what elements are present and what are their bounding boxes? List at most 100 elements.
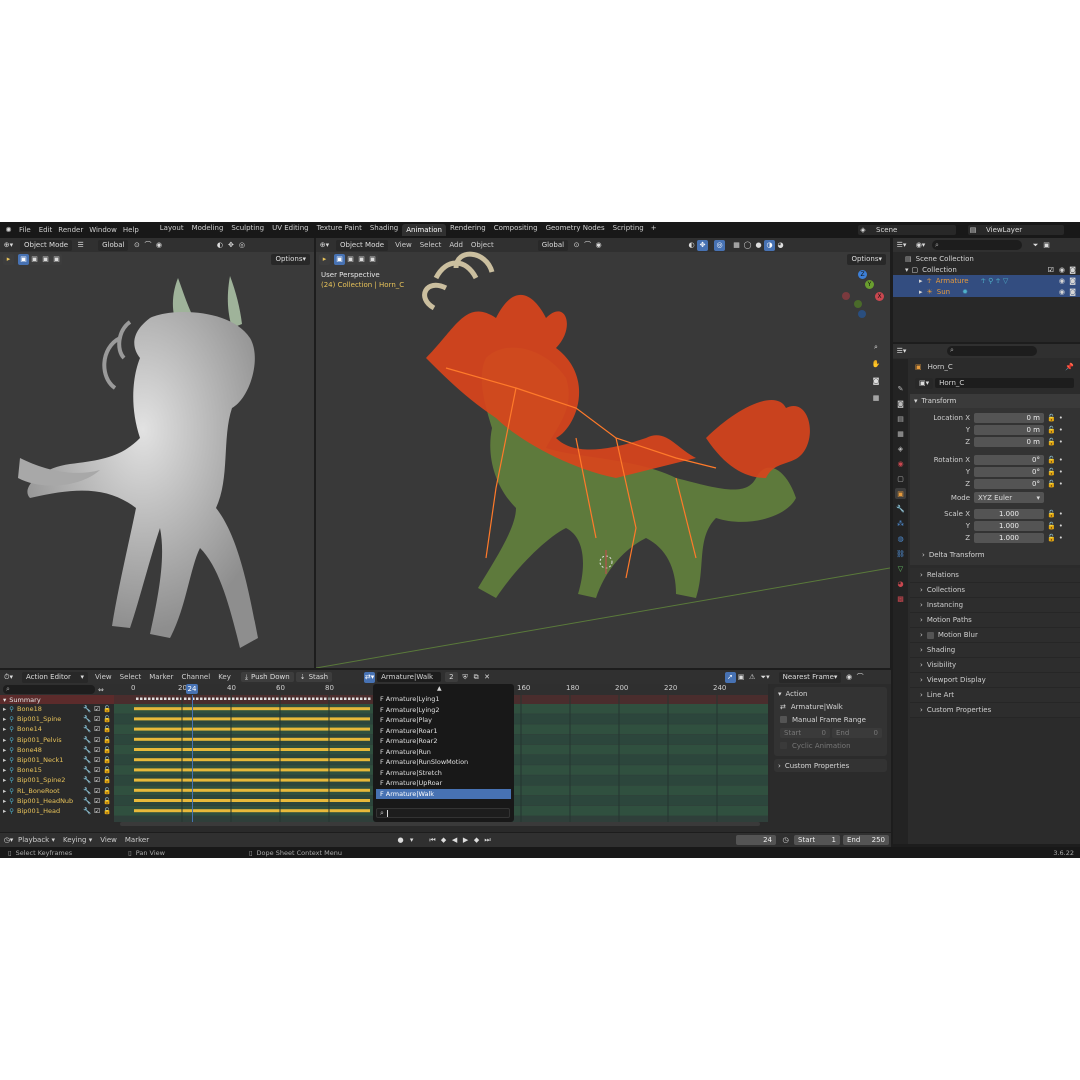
tab-layout[interactable]: Layout bbox=[156, 224, 188, 236]
editor-mode-dropdown[interactable]: Action Editor ▾ bbox=[22, 671, 88, 683]
lock-icon[interactable]: 🔓 bbox=[103, 756, 111, 764]
keyframe-hold-bar[interactable] bbox=[134, 809, 370, 813]
push-down-button[interactable]: ⤓ Push Down bbox=[240, 672, 294, 682]
gizmo-y-axis[interactable]: Y bbox=[865, 280, 874, 289]
keyframe-hold-bar[interactable] bbox=[134, 758, 370, 762]
keyframe-dot-icon[interactable]: • bbox=[1059, 468, 1063, 476]
constraints-tab-icon[interactable]: ⛓ bbox=[895, 548, 906, 559]
start-frame-field[interactable]: Start 1 bbox=[794, 835, 840, 845]
outliner-search-input[interactable]: ⌕ bbox=[932, 240, 1022, 250]
gizmo-z-axis[interactable]: Z bbox=[858, 270, 867, 279]
summary-keyframe[interactable] bbox=[184, 697, 187, 701]
datablock-type[interactable]: ▣▾ bbox=[915, 377, 934, 389]
summary-keyframe[interactable] bbox=[352, 697, 355, 701]
channel-row[interactable]: ▸ ⚲ RL_BoneRoot 🔧 ☑ 🔓 bbox=[0, 786, 114, 796]
checkbox-icon[interactable]: ☑ bbox=[94, 746, 100, 754]
pin-icon[interactable]: 📌 bbox=[1065, 363, 1074, 371]
custom-properties-panel[interactable]: › Custom Properties bbox=[774, 759, 887, 772]
view-layer-selector[interactable]: ▤ ViewLayer bbox=[968, 225, 1064, 235]
location-y-field[interactable]: 0 m bbox=[974, 424, 1044, 435]
lock-icon[interactable]: 🔓 bbox=[1047, 534, 1056, 542]
panel-visibility[interactable]: › Visibility bbox=[910, 658, 1080, 673]
duplicate-icon[interactable]: ⧉ bbox=[471, 672, 482, 683]
record-icon[interactable]: ● bbox=[395, 835, 406, 846]
tab-animation[interactable]: Animation bbox=[402, 224, 446, 236]
keyframe-hold-bar[interactable] bbox=[134, 768, 370, 772]
object-name-field[interactable]: Horn_C bbox=[935, 378, 1074, 388]
new-collection-icon[interactable]: ▣ bbox=[1041, 240, 1052, 251]
expand-icon[interactable]: ▸ bbox=[3, 725, 6, 733]
scene-tab-icon[interactable]: ◈ bbox=[895, 443, 906, 454]
action-name-field[interactable]: Armature|Walk bbox=[377, 672, 442, 682]
lock-icon[interactable]: 🔓 bbox=[103, 776, 111, 784]
material-tab-icon[interactable]: ◕ bbox=[895, 578, 906, 589]
channel-row[interactable]: ▸ ⚲ Bip001_Neck1 🔧 ☑ 🔓 bbox=[0, 755, 114, 765]
panel-instancing[interactable]: › Instancing bbox=[910, 598, 1080, 613]
summary-keyframe[interactable] bbox=[316, 697, 319, 701]
view-layer-tab-icon[interactable]: ▦ bbox=[895, 428, 906, 439]
output-tab-icon[interactable]: ▤ bbox=[895, 413, 906, 424]
lock-icon[interactable]: 🔓 bbox=[103, 766, 111, 774]
tab-modeling[interactable]: Modeling bbox=[188, 224, 228, 236]
panel-motion-blur[interactable]: › Motion Blur bbox=[910, 628, 1080, 643]
wrench-icon[interactable]: 🔧 bbox=[83, 776, 91, 784]
blender-logo-icon[interactable]: ✺ bbox=[3, 225, 14, 236]
rotation-x-field[interactable]: 0° bbox=[974, 454, 1044, 465]
wrench-icon[interactable]: 🔧 bbox=[83, 715, 91, 723]
action-menu-search[interactable]: ⌕ bbox=[376, 808, 510, 818]
expand-icon[interactable]: ▾ bbox=[905, 266, 909, 274]
summary-keyframe[interactable] bbox=[304, 697, 307, 701]
lock-icon[interactable]: 🔓 bbox=[103, 736, 111, 744]
summary-keyframe[interactable] bbox=[140, 697, 143, 701]
summary-keyframe[interactable] bbox=[204, 697, 207, 701]
summary-keyframe[interactable] bbox=[244, 697, 247, 701]
play-reverse-icon[interactable]: ◀ bbox=[449, 835, 460, 846]
data-tab-icon[interactable]: ▽ bbox=[895, 563, 906, 574]
tree-row-collection[interactable]: ▾ ▢ Collection ☑ ◉ ◙ bbox=[893, 264, 1080, 275]
wrench-icon[interactable]: 🔧 bbox=[83, 736, 91, 744]
action-menu-item[interactable]: F Armature|Run bbox=[376, 747, 511, 758]
playhead[interactable] bbox=[192, 695, 193, 822]
summary-keyframe[interactable] bbox=[272, 697, 275, 701]
summary-keyframe[interactable] bbox=[256, 697, 259, 701]
rotation-z-field[interactable]: 0° bbox=[974, 478, 1044, 489]
action-menu-item[interactable]: F Armature|RunSlowMotion bbox=[376, 757, 511, 768]
summary-keyframe[interactable] bbox=[360, 697, 363, 701]
summary-keyframe[interactable] bbox=[276, 697, 279, 701]
channel-row[interactable]: ▸ ⚲ Bone14 🔧 ☑ 🔓 bbox=[0, 724, 114, 734]
navigation-gizmo[interactable]: Z Y X bbox=[838, 270, 888, 320]
summary-keyframe[interactable] bbox=[288, 697, 291, 701]
lock-icon[interactable]: 🔓 bbox=[103, 725, 111, 733]
filter-icon[interactable]: ⏷ bbox=[1030, 240, 1041, 251]
filter-icon[interactable]: ⏷▾ bbox=[760, 672, 771, 683]
manual-range-checkbox[interactable] bbox=[780, 716, 787, 723]
summary-keyframe[interactable] bbox=[232, 697, 235, 701]
lock-icon[interactable]: 🔓 bbox=[103, 787, 111, 795]
expand-icon[interactable]: ▸ bbox=[3, 715, 6, 723]
summary-keyframe[interactable] bbox=[160, 697, 163, 701]
channel-row[interactable]: ▸ ⚲ Bip001_HeadNub 🔧 ☑ 🔓 bbox=[0, 796, 114, 806]
tab-geometry-nodes[interactable]: Geometry Nodes bbox=[542, 224, 609, 236]
stash-button[interactable]: ⇣ Stash bbox=[295, 672, 333, 682]
expand-icon[interactable]: ▸ bbox=[919, 277, 923, 285]
tree-row-armature[interactable]: ▸ ☥ Armature ☥ ⚲ ☥ ▽ ◉ ◙ bbox=[893, 275, 1080, 286]
summary-keyframe[interactable] bbox=[324, 697, 327, 701]
manual-frame-range-row[interactable]: Manual Frame Range bbox=[774, 713, 887, 726]
unlink-x-icon[interactable]: ✕ bbox=[482, 672, 493, 683]
render-tab-icon[interactable]: ◙ bbox=[895, 398, 906, 409]
location-z-field[interactable]: 0 m bbox=[974, 436, 1044, 447]
action-browse-icon[interactable]: ⇄▾ bbox=[364, 671, 376, 683]
proportional-edit-icon[interactable]: ◉ bbox=[844, 672, 855, 683]
keyframe-hold-bar[interactable] bbox=[134, 707, 370, 711]
panel-shading[interactable]: › Shading bbox=[910, 643, 1080, 658]
summary-keyframe[interactable] bbox=[220, 697, 223, 701]
checkbox-icon[interactable]: ☑ bbox=[1048, 266, 1054, 274]
swap-icon[interactable]: ⇔ bbox=[98, 686, 104, 694]
summary-keyframe[interactable] bbox=[188, 697, 191, 701]
menu-channel[interactable]: Channel bbox=[177, 673, 214, 681]
checkbox-icon[interactable]: ☑ bbox=[94, 807, 100, 815]
summary-keyframe[interactable] bbox=[176, 697, 179, 701]
perspective-grid-icon[interactable]: ▦ bbox=[870, 392, 882, 404]
lock-icon[interactable]: 🔓 bbox=[1047, 468, 1056, 476]
wrench-icon[interactable]: 🔧 bbox=[83, 807, 91, 815]
